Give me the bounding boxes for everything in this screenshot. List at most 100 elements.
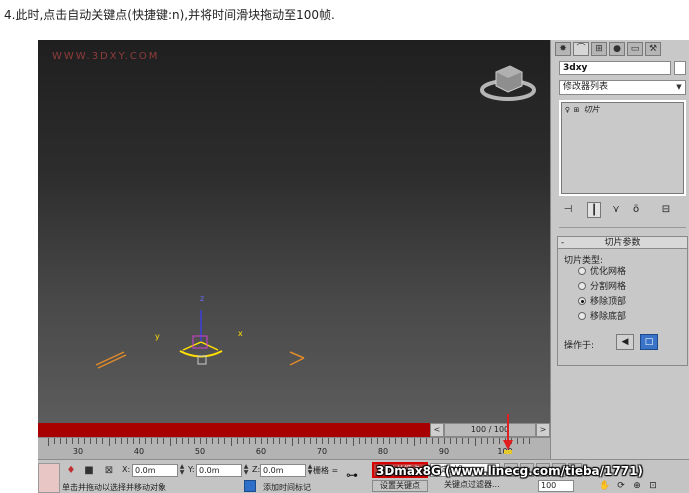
pan-icon[interactable]: ✋ xyxy=(598,480,612,492)
ruler-tick xyxy=(90,438,92,444)
current-frame-field[interactable]: 100 xyxy=(538,480,574,492)
key-filters-button[interactable]: 关键点过滤器... xyxy=(444,480,516,492)
ruler-label: 30 xyxy=(72,447,84,456)
ruler-tick xyxy=(383,438,384,444)
modifier-stack[interactable]: ♀ ⊞ 切片 xyxy=(559,100,686,196)
red-arrow-indicator xyxy=(503,414,513,454)
lightbulb-icon[interactable]: ♀ xyxy=(563,105,572,116)
ruler-tick xyxy=(273,438,275,444)
modify-tab-icon[interactable]: ⌒ xyxy=(573,42,589,56)
radio-remove-bottom[interactable]: 移除底部 xyxy=(578,312,626,323)
z-coordinate-field[interactable]: 0.0m xyxy=(260,464,306,477)
grid-label: 栅格 = xyxy=(313,466,339,475)
operate-on-faces-icon[interactable]: ◀ xyxy=(616,334,634,350)
motion-tab-icon[interactable]: ● xyxy=(609,42,625,56)
ruler-tick xyxy=(328,438,330,444)
location-icon[interactable]: ♦ xyxy=(64,464,78,478)
lock-icon[interactable]: ■ xyxy=(82,464,96,478)
ruler-label: 60 xyxy=(255,447,267,456)
ruler-tick xyxy=(322,438,323,444)
chevron-down-icon[interactable]: ▼ xyxy=(674,82,684,93)
transform-gizmo[interactable] xyxy=(179,310,223,365)
object-color-swatch[interactable] xyxy=(674,61,686,75)
x-spinner[interactable]: ▲ ▼ xyxy=(178,464,186,477)
ruler-tick xyxy=(212,438,214,444)
x-coordinate-field[interactable]: 0.0m xyxy=(132,464,178,477)
z-label: Z: xyxy=(252,465,261,474)
axis-x-label: x xyxy=(238,329,243,338)
setkey-button[interactable]: 设置关键点 xyxy=(372,480,428,492)
add-time-tag[interactable]: 添加时间标记 xyxy=(263,482,311,493)
ruler-tick xyxy=(480,438,482,444)
prompt-toggle-button[interactable] xyxy=(244,480,256,492)
y-spinner[interactable]: ▲ ▼ xyxy=(242,464,250,477)
ruler-tick xyxy=(444,438,445,444)
ruler-tick xyxy=(163,438,165,444)
slice-plane-wireframe[interactable] xyxy=(95,351,305,369)
ruler-tick xyxy=(236,438,238,444)
ruler-tick xyxy=(139,438,140,444)
prompt-line: 单击并拖动以选择并移动对象 xyxy=(62,483,166,492)
ruler-tick xyxy=(206,438,208,444)
pin-stack-icon[interactable]: ⊣ xyxy=(561,202,575,218)
selection-icon[interactable]: ⊠ xyxy=(102,464,116,478)
radio-button[interactable] xyxy=(578,282,586,290)
ruler-tick xyxy=(145,438,147,444)
collapse-icon[interactable]: - xyxy=(561,237,564,249)
display-tab-icon[interactable]: ▭ xyxy=(627,42,643,56)
remove-modifier-icon[interactable]: ö xyxy=(629,202,643,218)
orbit-icon[interactable]: ⟳ xyxy=(614,480,628,492)
ruler-tick xyxy=(468,438,470,444)
key-icon[interactable]: ⊶ xyxy=(346,468,358,482)
configure-sets-icon[interactable]: ⊟ xyxy=(659,202,673,218)
utilities-tab-icon[interactable]: ⚒ xyxy=(645,42,661,56)
ruler-tick xyxy=(474,438,476,446)
zoom-icon[interactable]: ⊕ xyxy=(630,480,644,492)
radio-button[interactable] xyxy=(578,312,586,320)
maximize-viewport-icon[interactable]: ⊡ xyxy=(646,480,660,492)
ruler-tick xyxy=(407,438,409,444)
ruler-tick xyxy=(340,438,342,444)
create-tab-icon[interactable]: ✸ xyxy=(555,42,571,56)
stack-item-slice[interactable]: ♀ ⊞ 切片 xyxy=(563,104,682,115)
radio-refine-mesh[interactable]: 优化网格 xyxy=(578,267,626,278)
hierarchy-tab-icon[interactable]: ⊞ xyxy=(591,42,607,56)
radio-split-mesh[interactable]: 分割网格 xyxy=(578,282,626,293)
radio-remove-top[interactable]: 移除顶部 xyxy=(578,297,626,308)
ruler-tick xyxy=(492,438,494,444)
ruler-tick xyxy=(352,438,354,446)
ruler-tick xyxy=(96,438,98,444)
operate-on-polygons-icon[interactable]: □ xyxy=(640,334,658,350)
viewcube-icon[interactable] xyxy=(480,65,536,101)
ruler-tick xyxy=(462,438,464,444)
y-coordinate-field[interactable]: 0.0m xyxy=(196,464,242,477)
track-bar-ruler[interactable]: 30405060708090100 xyxy=(38,437,550,459)
show-end-result-icon[interactable]: ┃ xyxy=(587,202,601,218)
time-slider[interactable]: 100 / 100 xyxy=(444,423,536,437)
ruler-tick xyxy=(364,438,366,444)
perspective-viewport[interactable]: WWW.3DXY.COM z y x xyxy=(38,40,550,423)
3dsmax-window: WWW.3DXY.COM z y x < 100 / 100 > 30 40 5… xyxy=(38,40,689,493)
time-next-arrow[interactable]: > xyxy=(536,423,550,437)
ruler-tick xyxy=(395,438,397,444)
ruler-tick xyxy=(218,438,220,444)
ruler-tick xyxy=(230,438,232,446)
maxscript-listener[interactable] xyxy=(38,463,60,493)
ruler-tick xyxy=(120,438,122,444)
ruler-tick xyxy=(59,438,61,444)
ruler-tick xyxy=(102,438,104,444)
rollout-title[interactable]: - 切片参数 xyxy=(558,237,687,249)
object-name-field[interactable]: 3dxy xyxy=(559,61,671,75)
make-unique-icon[interactable]: ⋎ xyxy=(609,202,623,218)
ruler-tick xyxy=(419,438,421,444)
ruler-tick xyxy=(297,438,299,444)
rollout-title-label: 切片参数 xyxy=(604,238,641,248)
modifier-list-dropdown[interactable]: 修改器列表 ▼ xyxy=(559,80,686,95)
radio-button[interactable] xyxy=(578,267,586,275)
ruler-tick xyxy=(169,438,171,446)
time-prev-arrow[interactable]: < xyxy=(430,423,444,437)
expand-icon[interactable]: ⊞ xyxy=(572,105,581,116)
ruler-tick xyxy=(334,438,336,444)
command-panel: ✸ ⌒ ⊞ ● ▭ ⚒ 3dxy 修改器列表 ▼ ♀ ⊞ 切片 ⊣ ┃ ⋎ ö ⊟ xyxy=(550,40,689,459)
radio-button-selected[interactable] xyxy=(578,297,586,305)
